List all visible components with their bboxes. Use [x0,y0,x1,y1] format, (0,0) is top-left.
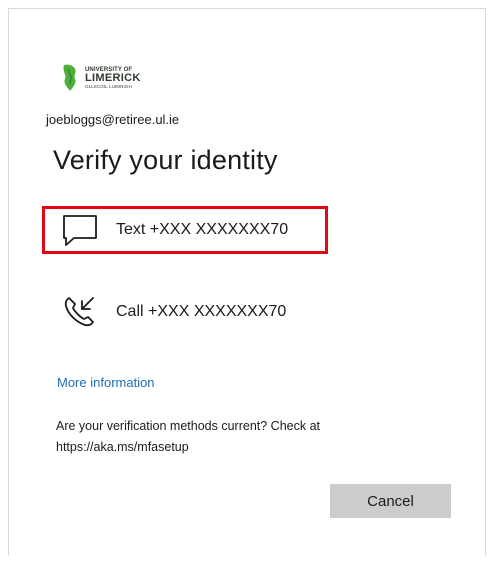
page-title: Verify your identity [53,145,278,175]
notice-line-1: Are your verification methods current? C… [56,419,321,433]
method-call-option[interactable]: Call +XXX XXXXXXX70 [56,292,286,332]
logo-line-2: LIMERICK [85,71,141,84]
method-call-label: Call +XXX XXXXXXX70 [116,303,287,320]
account-email: joebloggs@retiree.ul.ie [46,112,180,127]
method-text-option[interactable]: Text +XXX XXXXXXX70 [56,210,288,250]
chat-bubble-icon [56,210,104,250]
verification-notice: Are your verification methods current? C… [56,416,396,458]
logo-line-3: OLLSCOIL LUIMNIGH [85,83,132,89]
notice-line-2: https://aka.ms/mfasetup [56,440,189,454]
phone-incoming-icon [56,292,104,332]
sign-in-card: UNIVERSITY OF LIMERICK OLLSCOIL LUIMNIGH [8,8,486,556]
cancel-button[interactable]: Cancel [330,484,451,518]
logo-crest-icon [63,64,76,91]
university-logo: UNIVERSITY OF LIMERICK OLLSCOIL LUIMNIGH [61,61,171,95]
more-information-link[interactable]: More information [57,375,155,390]
method-text-label: Text +XXX XXXXXXX70 [116,221,289,238]
